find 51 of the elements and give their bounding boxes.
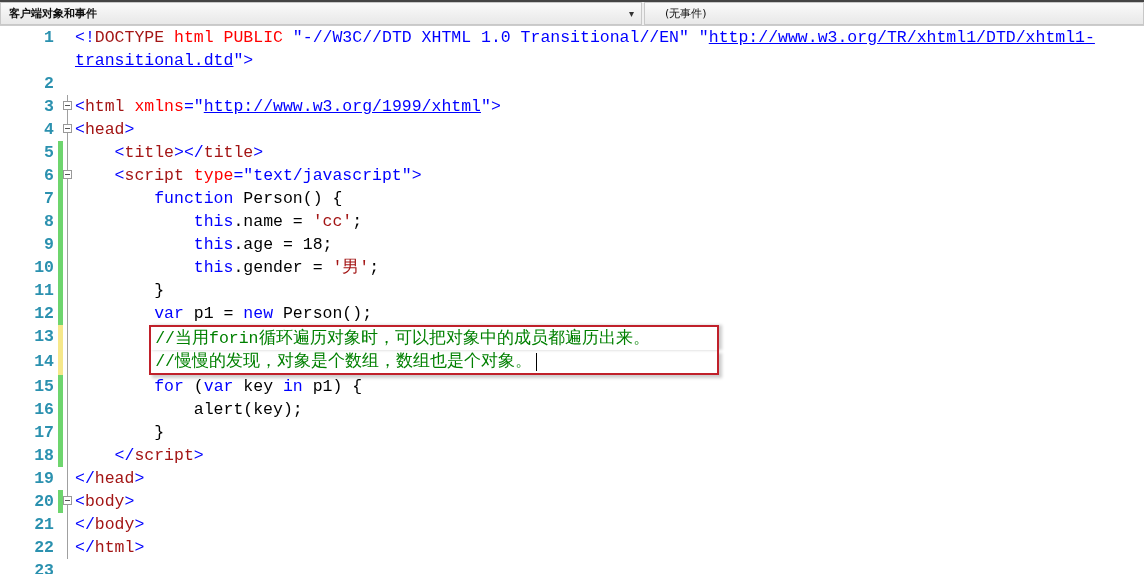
line-number: 4 xyxy=(43,119,54,141)
line-number: 3 xyxy=(43,96,54,118)
code-line: //当用forin循环遍历对象时，可以把对象中的成员都遍历出来。 xyxy=(149,325,720,350)
code-line: function Person() { xyxy=(154,189,343,208)
code-line: </head> xyxy=(75,469,145,488)
line-number: 11 xyxy=(33,280,54,302)
event-dropdown[interactable]: (无事件) xyxy=(644,2,1144,25)
collapse-icon[interactable] xyxy=(63,101,72,110)
line-number: 20 xyxy=(33,491,54,513)
line-number: 10 xyxy=(33,257,54,279)
code-line: //慢慢的发现，对象是个数组，数组也是个对象。 xyxy=(149,350,720,375)
object-dropdown[interactable]: 客户端对象和事件 ▾ xyxy=(0,2,642,25)
code-line: </html> xyxy=(75,538,145,557)
line-number: 14 xyxy=(33,351,54,373)
code-line: <body> xyxy=(75,492,135,511)
code-line: this.name = 'cc'; xyxy=(193,212,363,231)
line-number: 8 xyxy=(43,211,54,233)
code-line: <head> xyxy=(75,120,135,139)
line-number: 6 xyxy=(43,165,54,187)
line-number: 2 xyxy=(43,73,54,95)
code-line: this.gender = '男'; xyxy=(193,258,380,277)
code-line: var p1 = new Person(); xyxy=(154,304,373,323)
line-number: 19 xyxy=(33,468,54,490)
code-line: <!DOCTYPE html PUBLIC "-//W3C//DTD XHTML 1.0 Transitional//EN" "http://www.w3.org/TR/xhtml1/DTD/xhtml1-transitional.dtd"> xyxy=(75,28,1095,70)
line-number: 17 xyxy=(33,422,54,444)
code-line: <title></title> xyxy=(114,143,264,162)
code-line: </body> xyxy=(75,515,145,534)
line-number: 16 xyxy=(33,399,54,421)
object-dropdown-value: 客户端对象和事件 xyxy=(9,6,98,21)
line-number: 22 xyxy=(33,537,54,559)
line-number: 13 xyxy=(33,326,54,348)
collapse-icon[interactable] xyxy=(63,170,72,179)
code-line: this.age = 18; xyxy=(193,235,333,254)
line-number: 5 xyxy=(43,142,54,164)
dropdown-arrow-icon: ▾ xyxy=(629,8,641,19)
code-line: } xyxy=(154,281,165,300)
line-number: 7 xyxy=(43,188,54,210)
line-number: 21 xyxy=(33,514,54,536)
collapse-icon[interactable] xyxy=(63,124,72,133)
line-number: 12 xyxy=(33,303,54,325)
code-line: } xyxy=(154,423,165,442)
line-number: 15 xyxy=(33,376,54,398)
collapse-icon[interactable] xyxy=(63,496,72,505)
code-line: alert(key); xyxy=(193,400,303,419)
code-line: </script> xyxy=(114,446,204,465)
code-line: for (var key in p1) { xyxy=(154,377,363,396)
line-number: 9 xyxy=(43,234,54,256)
code-line: <html xmlns="http://www.w3.org/1999/xhtml"> xyxy=(75,97,501,116)
line-number: 18 xyxy=(33,445,54,467)
code-line: <script type="text/javascript"> xyxy=(114,166,422,185)
line-number: 1 xyxy=(43,27,54,49)
